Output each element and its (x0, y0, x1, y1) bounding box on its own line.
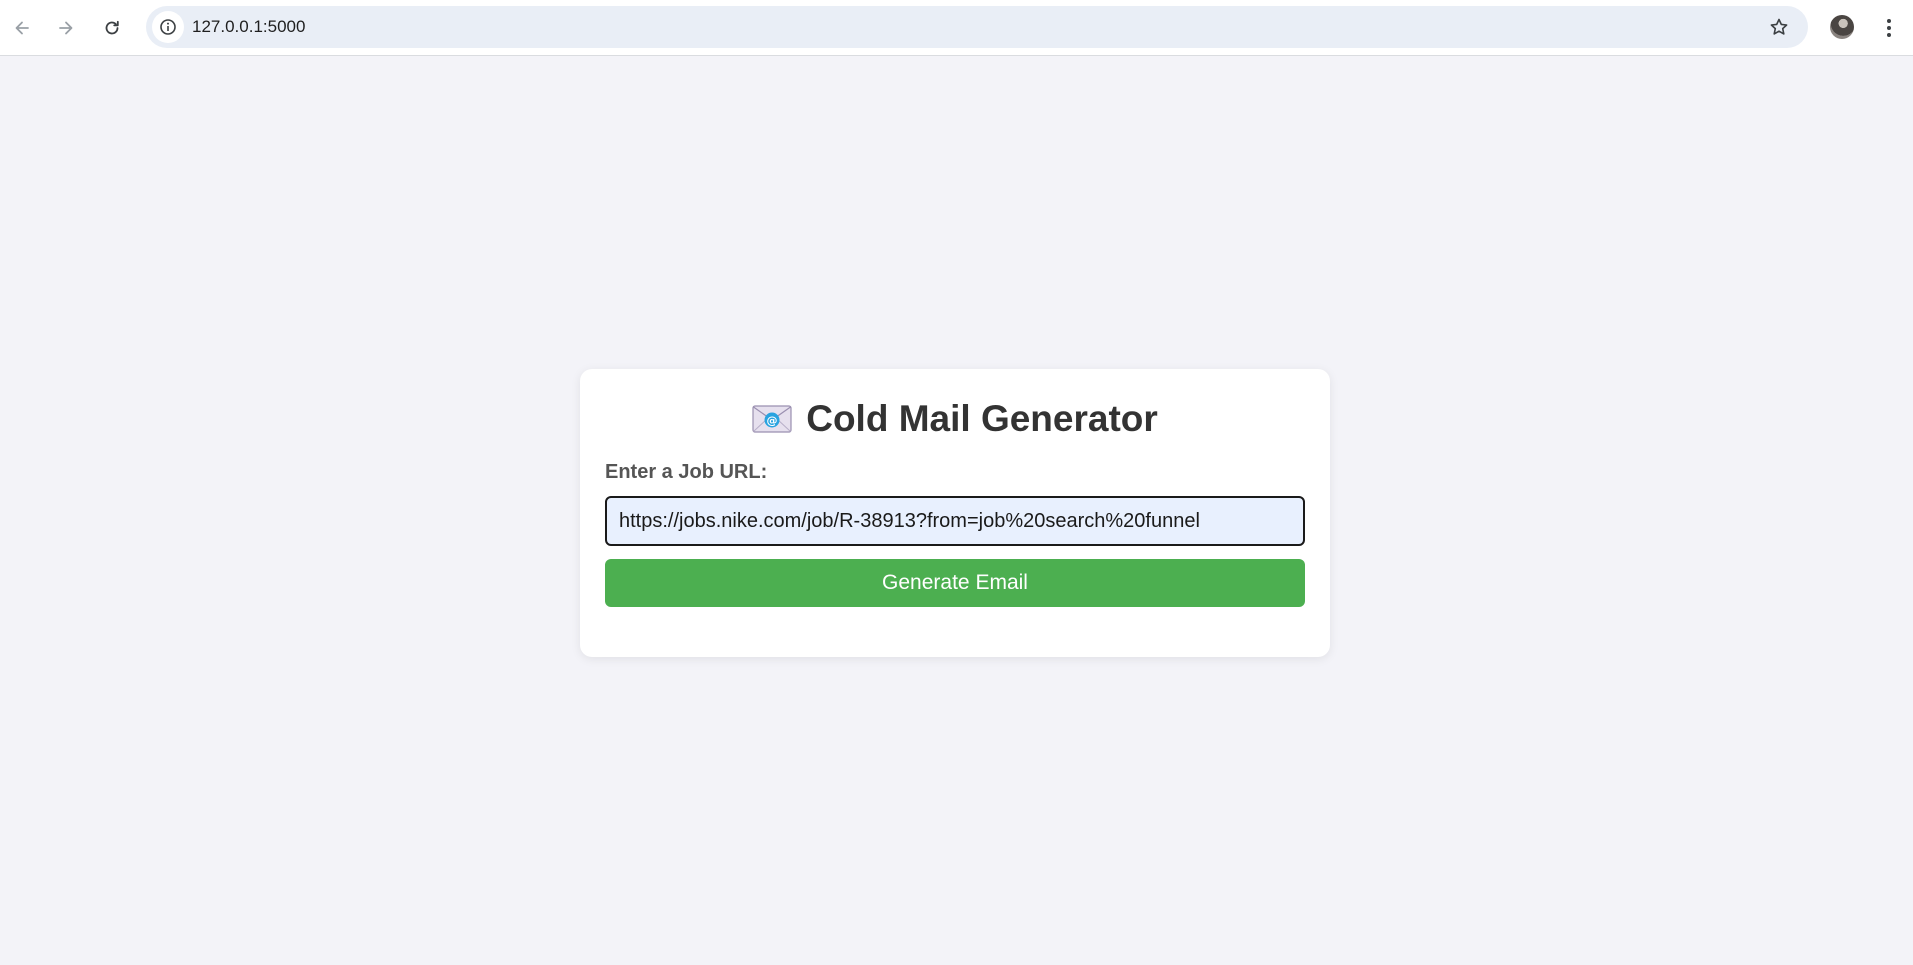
svg-text:@: @ (767, 414, 778, 427)
reload-icon (105, 20, 119, 35)
generator-card: @ Cold Mail Generator Enter a Job URL: G… (580, 369, 1330, 657)
page-title: Cold Mail Generator (806, 398, 1158, 439)
browser-toolbar: 127.0.0.1:5000 (0, 0, 1913, 56)
generate-email-button[interactable]: Generate Email (605, 559, 1305, 607)
kebab-menu-icon (1887, 19, 1891, 37)
back-arrow-icon (15, 21, 29, 35)
job-url-label: Enter a Job URL: (605, 461, 768, 483)
browser-menu-button[interactable] (1874, 10, 1904, 46)
title-row: @ Cold Mail Generator (580, 397, 1330, 441)
envelope-icon: @ (752, 405, 792, 433)
info-icon (160, 19, 176, 35)
url-text[interactable]: 127.0.0.1:5000 (192, 6, 305, 48)
site-info-button[interactable] (152, 11, 184, 43)
forward-arrow-icon (59, 21, 73, 35)
job-url-input[interactable] (605, 496, 1305, 546)
avatar[interactable] (1830, 15, 1854, 39)
reload-button[interactable] (94, 10, 130, 46)
address-bar[interactable]: 127.0.0.1:5000 (146, 6, 1808, 48)
star-icon (1770, 18, 1788, 35)
back-button[interactable] (4, 10, 40, 46)
bookmark-button[interactable] (1764, 12, 1794, 42)
forward-button[interactable] (48, 10, 84, 46)
